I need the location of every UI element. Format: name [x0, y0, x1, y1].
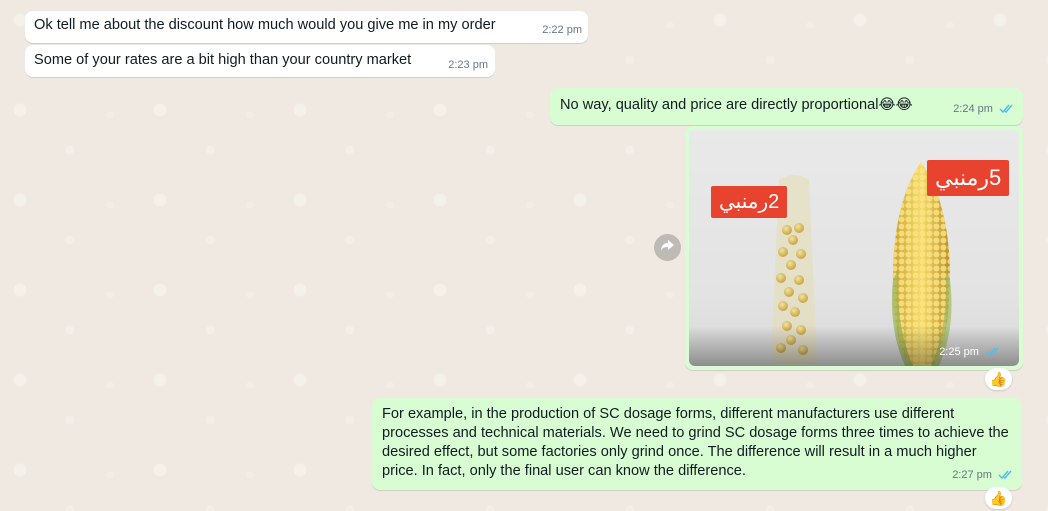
forward-button[interactable] [654, 234, 681, 261]
double-check-icon [999, 102, 1015, 121]
outgoing-message[interactable]: For example, in the production of SC dos… [372, 398, 1022, 490]
message-time: 2:23 pm [448, 59, 488, 71]
price-tag-right: 5رمنبي [927, 160, 1010, 196]
message-text: For example, in the production of SC dos… [382, 406, 1009, 479]
thumbs-up-icon: 👍 [989, 489, 1008, 506]
forward-icon [660, 239, 675, 257]
corn-photo[interactable]: 2رمنبي 5رمنبي [689, 130, 1019, 366]
thumbs-up-icon: 👍 [989, 370, 1008, 387]
incoming-message[interactable]: Ok tell me about the discount how much w… [25, 11, 588, 43]
reaction-badge[interactable]: 👍 [985, 368, 1012, 390]
message-text: No way, quality and price are directly p… [560, 97, 913, 113]
message-time: 2:22 pm [542, 24, 582, 36]
incoming-message[interactable]: Some of your rates are a bit high than y… [25, 45, 495, 77]
price-tag-left: 2رمنبي [711, 186, 788, 218]
message-meta: 2:27 pm [952, 466, 1014, 487]
message-time: 2:25 pm [939, 346, 979, 358]
double-check-icon [998, 468, 1014, 487]
outgoing-message[interactable]: No way, quality and price are directly p… [550, 88, 1023, 125]
message-text: Ok tell me about the discount how much w… [34, 17, 496, 33]
reaction-badge[interactable]: 👍 [985, 487, 1012, 509]
message-meta: 2:24 pm [953, 100, 1015, 121]
outgoing-image-message[interactable]: 2رمنبي 5رمنبي 2:25 pm [685, 126, 1023, 370]
message-meta: 2:25 pm [939, 343, 1001, 364]
message-text: Some of your rates are a bit high than y… [34, 52, 412, 68]
message-time: 2:24 pm [953, 103, 993, 115]
double-check-icon [985, 345, 1001, 364]
message-time: 2:27 pm [952, 469, 992, 481]
